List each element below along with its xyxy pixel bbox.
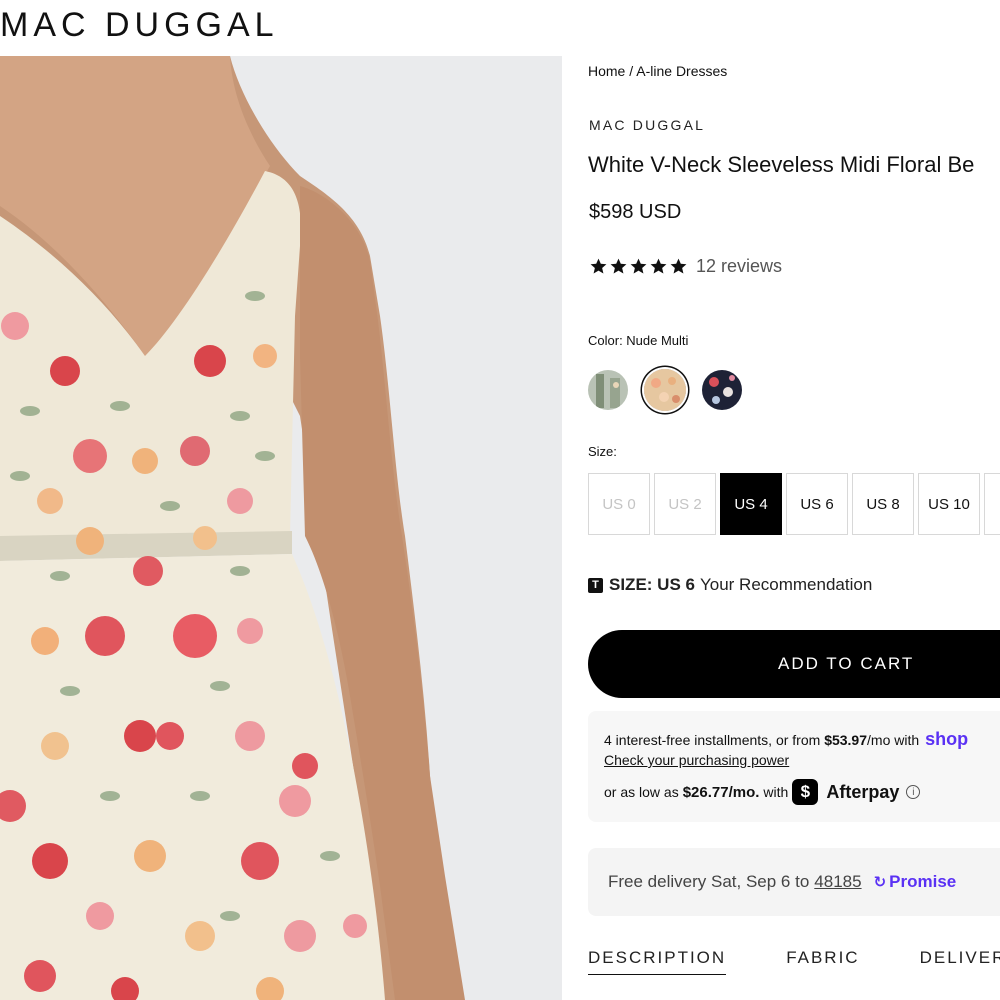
afterpay-amount: $26.77/mo. <box>682 783 760 801</box>
info-icon[interactable]: i <box>906 785 921 799</box>
afterpay-icon: $ <box>792 779 819 805</box>
shop-pay-amount: $53.97 <box>824 732 868 748</box>
size-label: Size: <box>588 444 617 459</box>
star-icon <box>670 258 687 274</box>
product-price: $598 USD <box>589 201 682 223</box>
color-swatches <box>588 369 742 411</box>
size-option-more[interactable] <box>984 473 1000 535</box>
size-recommendation[interactable]: T SIZE: US 6 Your Recommendation <box>588 575 872 595</box>
size-option-us4[interactable]: US 4 <box>720 473 782 535</box>
tab-delivery[interactable]: DELIVERY & <box>920 948 1000 975</box>
product-details: Home / A-line Dresses MAC DUGGAL White V… <box>588 0 1000 1000</box>
payment-options: 4 interest-free installments, or from $5… <box>588 711 1000 822</box>
promise-icon: ↻ <box>873 874 887 891</box>
size-option-us8[interactable]: US 8 <box>852 473 914 535</box>
swatch-navy-floral[interactable] <box>702 370 742 410</box>
dress-illustration <box>0 56 562 1000</box>
size-option-us10[interactable]: US 10 <box>918 473 980 535</box>
delivery-estimate: Free delivery Sat, Sep 6 to 48185 ↻ Prom… <box>588 848 1000 916</box>
size-option-us0[interactable]: US 0 <box>588 473 650 535</box>
delivery-text: Free delivery Sat, Sep 6 to <box>608 872 810 891</box>
afterpay-text-a: or as low as <box>604 784 679 800</box>
recommended-size: SIZE: US 6 <box>609 575 695 594</box>
star-icon <box>610 258 627 274</box>
rating-stars <box>589 257 688 276</box>
product-rating[interactable]: 12 reviews <box>589 256 782 277</box>
shop-pay-text-a: 4 interest-free installments, or from <box>604 732 825 748</box>
breadcrumb-separator: / <box>629 63 634 79</box>
recommendation-text: Your Recommendation <box>699 575 873 594</box>
afterpay-text-b: with <box>763 784 789 800</box>
size-option-us2[interactable]: US 2 <box>654 473 716 535</box>
breadcrumb: Home / A-line Dresses <box>588 63 727 79</box>
tab-description[interactable]: DESCRIPTION <box>588 948 727 975</box>
reviews-link[interactable]: 12 reviews <box>696 256 782 277</box>
product-brand[interactable]: MAC DUGGAL <box>589 117 705 133</box>
shop-pay-logo: shop <box>925 729 969 749</box>
brand-logo[interactable]: MAC DUGGAL <box>0 6 340 46</box>
product-title: White V-Neck Sleeveless Midi Floral Be <box>588 152 975 177</box>
check-purchasing-power-link[interactable]: Check your purchasing power <box>604 752 789 768</box>
afterpay-logo: Afterpay <box>826 781 900 802</box>
tab-fabric[interactable]: FABRIC <box>786 948 859 975</box>
shop-pay-text-b: /mo with <box>867 732 920 748</box>
add-to-cart-button[interactable]: ADD TO CART <box>588 630 1000 698</box>
star-icon <box>650 258 667 274</box>
promise-badge: ↻ Promise <box>874 872 957 892</box>
afterpay-installments[interactable]: or as low as $26.77/mo. with $ Afterpay … <box>604 779 921 805</box>
product-image[interactable] <box>0 56 562 1000</box>
product-info-tabs: DESCRIPTION FABRIC DELIVERY & <box>588 948 1000 975</box>
swatch-sage[interactable] <box>588 370 628 410</box>
breadcrumb-home[interactable]: Home <box>588 63 625 79</box>
size-option-us6[interactable]: US 6 <box>786 473 848 535</box>
star-icon <box>630 258 647 274</box>
promise-label: Promise <box>889 872 957 891</box>
breadcrumb-category[interactable]: A-line Dresses <box>636 63 727 79</box>
swatch-nude-multi[interactable] <box>644 369 686 411</box>
size-options: US 0 US 2 US 4 US 6 US 8 US 10 <box>588 473 1000 535</box>
shop-pay-installments: 4 interest-free installments, or from $5… <box>604 729 968 750</box>
size-recommendation-icon: T <box>588 577 603 593</box>
color-label: Color: Nude Multi <box>588 333 689 348</box>
delivery-zip-link[interactable]: 48185 <box>814 872 861 892</box>
star-icon <box>590 258 607 274</box>
